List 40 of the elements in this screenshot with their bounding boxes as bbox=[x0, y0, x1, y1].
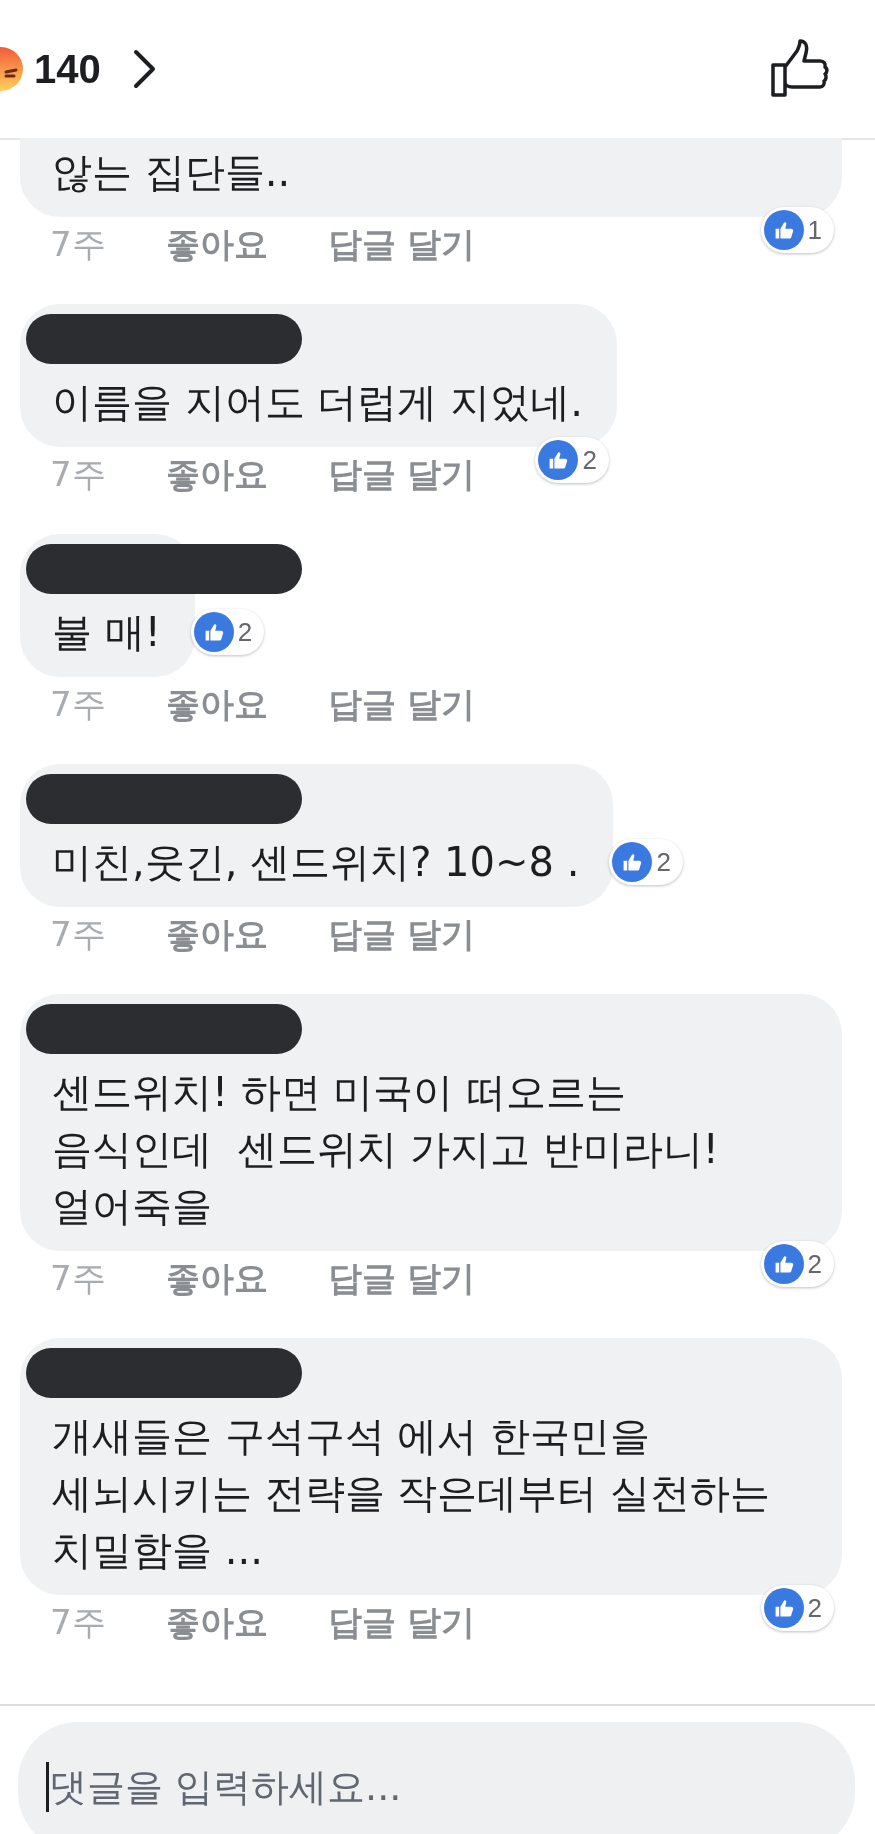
reply-link[interactable]: 답글 달기 bbox=[327, 909, 476, 959]
like-link[interactable]: 좋아요 bbox=[165, 449, 268, 499]
like-link[interactable]: 좋아요 bbox=[165, 219, 268, 269]
reply-link[interactable]: 답글 달기 bbox=[327, 219, 476, 269]
like-link[interactable]: 좋아요 bbox=[165, 679, 268, 729]
like-icon bbox=[193, 612, 234, 652]
reaction-badge[interactable]: 2 bbox=[760, 1585, 834, 1631]
comment-time: 7주 bbox=[50, 223, 106, 266]
reaction-badge[interactable]: 2 bbox=[190, 609, 265, 655]
reply-link[interactable]: 답글 달기 bbox=[327, 1253, 476, 1303]
reaction-count[interactable]: 140 bbox=[34, 46, 101, 92]
comment-input-field[interactable]: 댓글을 입력하세요... bbox=[18, 1722, 855, 1834]
comment-time: 7주 bbox=[50, 453, 106, 496]
comment-time: 7주 bbox=[50, 913, 106, 956]
like-icon bbox=[538, 440, 579, 480]
comment-text: 이름을 지어도 더럽게 지었네. bbox=[52, 378, 583, 427]
reaction-badge[interactable]: 2 bbox=[535, 437, 609, 483]
comment-time: 7주 bbox=[50, 1601, 106, 1644]
comment-time: 7주 bbox=[50, 683, 106, 726]
comment-text: 않는 집단들.. bbox=[52, 148, 292, 197]
like-icon bbox=[763, 1588, 804, 1628]
like-icon bbox=[612, 842, 653, 882]
comment-text: 센드위치! 하면 미국이 떠오르는 음식인데 센드위치 가지고 반미라니! 얼어죽을 bbox=[52, 1068, 720, 1231]
thumbs-up-icon[interactable] bbox=[770, 39, 830, 99]
like-icon bbox=[763, 210, 804, 250]
reaction-badge[interactable]: 1 bbox=[760, 207, 834, 253]
reply-link[interactable]: 답글 달기 bbox=[327, 679, 476, 729]
comment-time: 7주 bbox=[50, 1257, 106, 1300]
comment-text: 개새들은 구석구석 에서 한국민을 세뇌시키는 전략을 작은데부터 실천하는 치밀함을 ... bbox=[52, 1412, 772, 1575]
comment-text: 미친,웃긴, 센드위치? 10~8 . bbox=[52, 838, 580, 887]
comment-text: 불 매! bbox=[52, 608, 161, 657]
reaction-badge[interactable]: 2 bbox=[760, 1241, 834, 1287]
reply-link[interactable]: 답글 달기 bbox=[327, 449, 476, 499]
like-link[interactable]: 좋아요 bbox=[165, 1597, 268, 1647]
chevron-right-icon[interactable] bbox=[132, 49, 157, 89]
reaction-badge[interactable]: 2 bbox=[609, 839, 683, 885]
like-link[interactable]: 좋아요 bbox=[165, 909, 268, 959]
like-link[interactable]: 좋아요 bbox=[165, 1253, 268, 1303]
like-icon bbox=[763, 1244, 804, 1284]
reply-link[interactable]: 답글 달기 bbox=[327, 1597, 476, 1647]
